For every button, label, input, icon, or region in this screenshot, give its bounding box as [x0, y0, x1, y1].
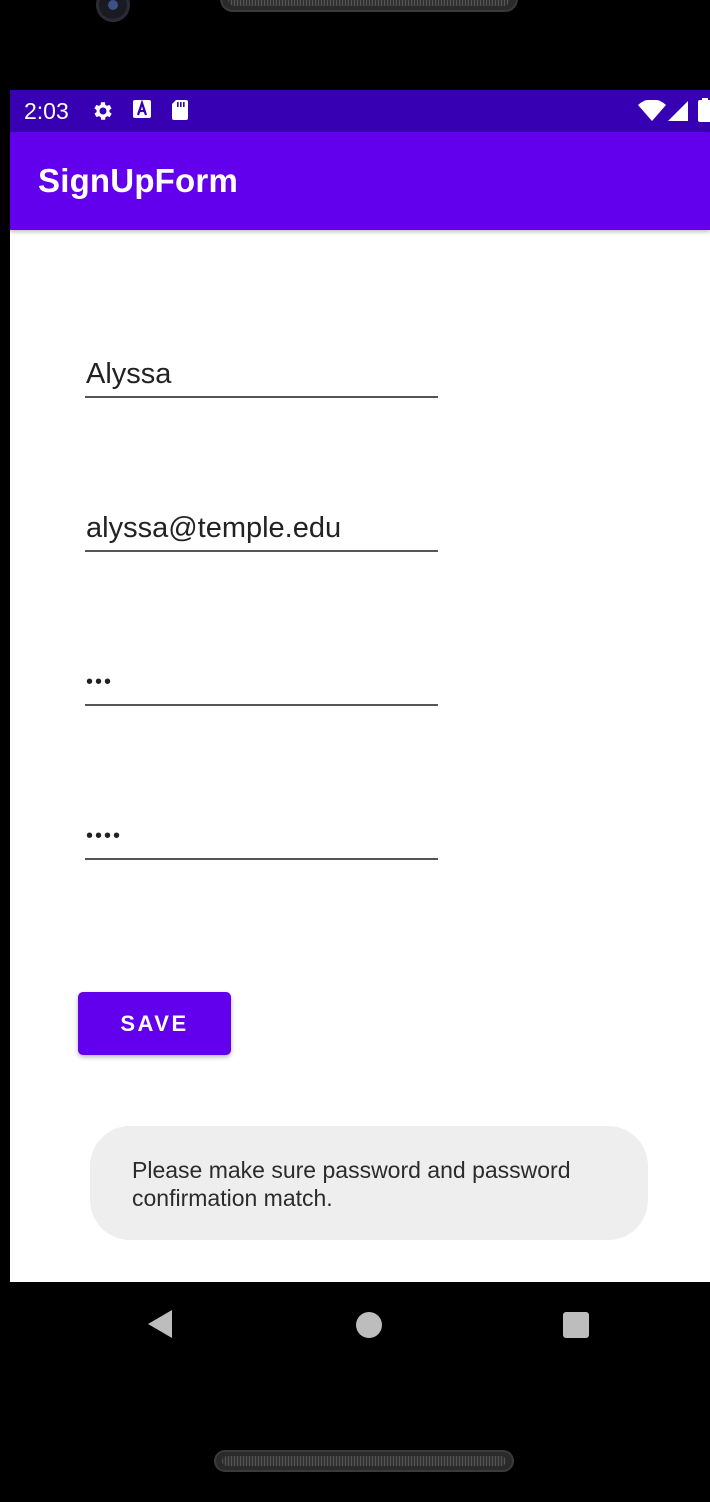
name-field[interactable] [85, 352, 438, 398]
password-field[interactable] [85, 660, 438, 706]
bottom-speaker [214, 1450, 514, 1472]
save-button[interactable]: SAVE [78, 992, 231, 1055]
sd-card-icon [172, 100, 188, 120]
back-icon[interactable] [146, 1308, 174, 1340]
confirm-password-field[interactable] [85, 814, 438, 860]
gear-icon [94, 102, 112, 120]
app-title: SignUpForm [38, 162, 238, 199]
battery-icon [698, 98, 710, 122]
app-screen: 2:03 SignUpForm SAVE Please [10, 90, 710, 1282]
wifi-icon [638, 100, 666, 121]
toast-message: Please make sure password and password c… [90, 1126, 648, 1240]
earpiece-speaker [220, 0, 518, 12]
status-bar: 2:03 [10, 90, 710, 132]
status-time: 2:03 [24, 98, 69, 124]
recents-icon[interactable] [563, 1312, 589, 1338]
keyboard-a-icon [133, 99, 151, 118]
front-camera [96, 0, 130, 22]
email-field[interactable] [85, 506, 438, 552]
cell-signal-icon [668, 101, 688, 121]
navigation-bar [0, 1282, 710, 1366]
app-bar: SignUpForm [10, 132, 710, 230]
home-icon[interactable] [356, 1312, 382, 1338]
